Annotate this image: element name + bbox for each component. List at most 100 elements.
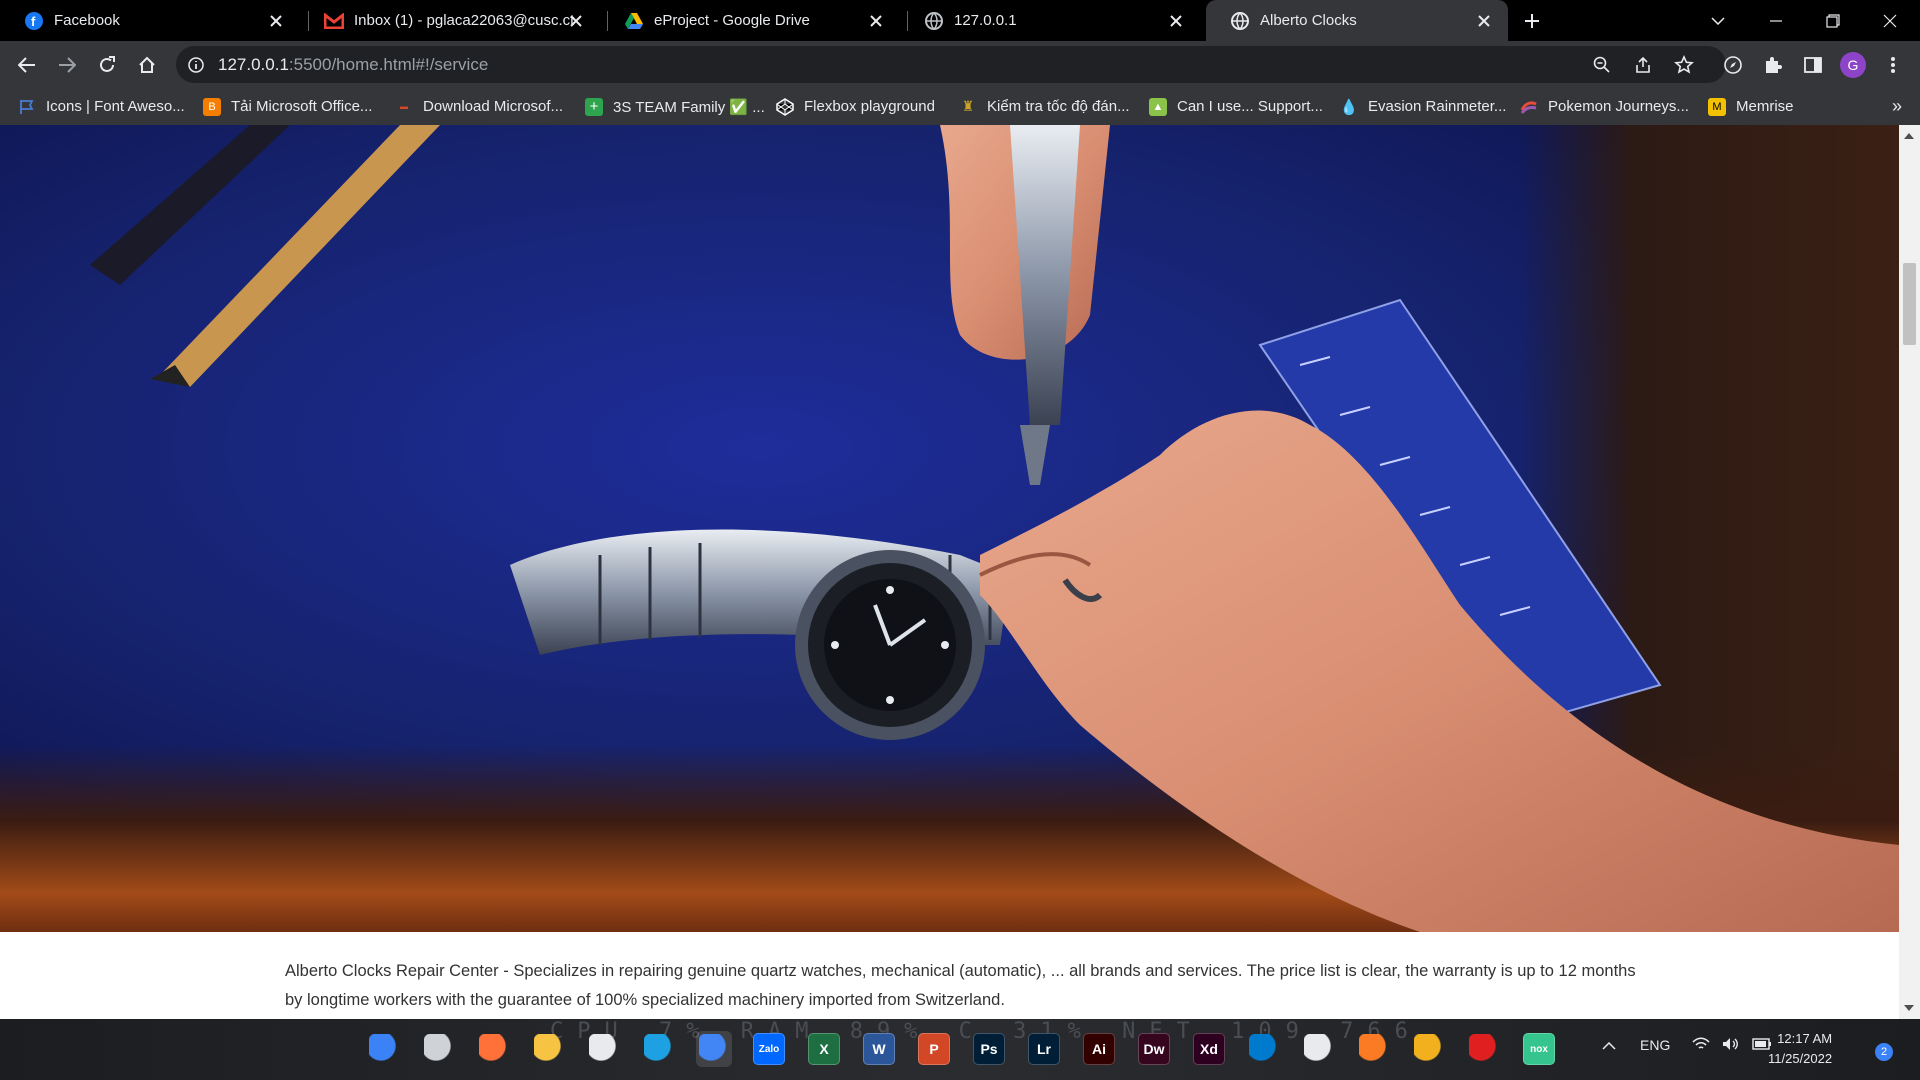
service-description: Alberto Clocks Repair Center - Specializ… bbox=[285, 962, 1636, 1009]
zalo-glyph: Zalo bbox=[753, 1033, 785, 1065]
speedtest-icon: ♜ bbox=[961, 98, 975, 114]
photoshop-glyph: Ps bbox=[973, 1033, 1005, 1065]
show-hidden-icons[interactable] bbox=[1602, 1037, 1616, 1053]
word-icon[interactable]: W bbox=[861, 1031, 897, 1067]
xd-glyph: Xd bbox=[1193, 1033, 1225, 1065]
tab-google-drive[interactable]: eProject - Google Drive bbox=[600, 0, 900, 41]
scroll-down-arrow[interactable] bbox=[1904, 1005, 1914, 1011]
tab-title: Alberto Clocks bbox=[1260, 12, 1357, 29]
close-icon[interactable] bbox=[866, 11, 886, 31]
more-bookmarks-icon[interactable]: » bbox=[1892, 96, 1902, 117]
memrise-icon: M bbox=[1708, 97, 1726, 116]
close-window-button[interactable] bbox=[1862, 0, 1918, 41]
drop-icon: 💧 bbox=[1339, 98, 1359, 116]
garena-icon[interactable] bbox=[1466, 1031, 1502, 1067]
language-indicator[interactable]: ENG bbox=[1640, 1037, 1670, 1053]
bookmark-label: Flexbox playground bbox=[804, 98, 935, 115]
extension-compass-icon[interactable] bbox=[1720, 52, 1746, 78]
system-clock[interactable]: 12:17 AM 11/25/2022 bbox=[1768, 1029, 1832, 1069]
xd-icon[interactable]: Xd bbox=[1191, 1031, 1227, 1067]
new-tab-button[interactable] bbox=[1519, 8, 1545, 34]
site-info-icon[interactable] bbox=[186, 55, 206, 75]
site-icon: ▬ bbox=[400, 102, 408, 111]
windows-start-icon[interactable] bbox=[366, 1031, 402, 1067]
close-icon[interactable] bbox=[1166, 11, 1186, 31]
wifi-icon[interactable] bbox=[1692, 1037, 1710, 1054]
bookmark-label: Memrise bbox=[1736, 98, 1794, 115]
garena-glyph bbox=[1469, 1034, 1499, 1064]
home-button[interactable] bbox=[133, 51, 161, 79]
firefox-icon[interactable] bbox=[476, 1031, 512, 1067]
side-panel-icon[interactable] bbox=[1800, 52, 1826, 78]
bookmark-caniuse[interactable]: ▲ Can I use... Support... bbox=[1149, 88, 1323, 125]
bookmark-star-icon[interactable] bbox=[1673, 54, 1695, 76]
dreamweaver-icon[interactable]: Dw bbox=[1136, 1031, 1172, 1067]
address-bar[interactable]: 127.0.0.1:5500/home.html#!/service bbox=[176, 46, 1726, 83]
bookmark-flexbox-playground[interactable]: Flexbox playground bbox=[776, 88, 935, 125]
file-explorer-glyph bbox=[534, 1034, 564, 1064]
page-viewport: Alberto Clocks Repair Center - Specializ… bbox=[0, 125, 1920, 1019]
forward-button[interactable] bbox=[53, 51, 81, 79]
minimize-button[interactable] bbox=[1748, 0, 1804, 41]
menu-kebab-icon[interactable] bbox=[1880, 52, 1906, 78]
close-icon[interactable] bbox=[266, 11, 286, 31]
zalo-icon[interactable]: Zalo bbox=[751, 1031, 787, 1067]
app-yellow-icon[interactable] bbox=[1411, 1031, 1447, 1067]
lightroom-icon[interactable]: Lr bbox=[1026, 1031, 1062, 1067]
url-text[interactable]: 127.0.0.1:5500/home.html#!/service bbox=[218, 55, 488, 75]
chrome-icon[interactable] bbox=[696, 1031, 732, 1067]
tab-facebook[interactable]: f Facebook bbox=[0, 0, 300, 41]
bookmark-microsoft-office[interactable]: B Tải Microsoft Office... bbox=[203, 88, 372, 125]
excel-icon[interactable]: X bbox=[806, 1031, 842, 1067]
bookmark-rainmeter[interactable]: 💧 Evasion Rainmeter... bbox=[1339, 88, 1507, 125]
close-icon[interactable] bbox=[566, 11, 586, 31]
google-drive-icon bbox=[624, 11, 644, 31]
microsoft-store-glyph bbox=[589, 1034, 619, 1064]
office-icon[interactable] bbox=[1301, 1031, 1337, 1067]
page-scrollbar[interactable] bbox=[1899, 125, 1920, 1019]
restore-button[interactable] bbox=[1805, 0, 1861, 41]
tab-alberto-clocks[interactable]: Alberto Clocks bbox=[1206, 0, 1508, 41]
volume-icon[interactable] bbox=[1722, 1037, 1740, 1054]
tab-title: Facebook bbox=[54, 12, 120, 29]
profile-avatar[interactable]: G bbox=[1840, 52, 1866, 78]
bookmark-font-awesome[interactable]: Icons | Font Aweso... bbox=[18, 88, 185, 125]
pokemon-icon bbox=[1520, 98, 1538, 116]
back-button[interactable] bbox=[13, 51, 41, 79]
bookmark-3s-team[interactable]: + 3S TEAM Family ✅ ... bbox=[585, 88, 765, 125]
word-glyph: W bbox=[863, 1033, 895, 1065]
powerpoint-icon[interactable]: P bbox=[916, 1031, 952, 1067]
bookmark-label: Pokemon Journeys... bbox=[1548, 98, 1689, 115]
bookmark-pokemon[interactable]: Pokemon Journeys... bbox=[1520, 88, 1689, 125]
illustrator-icon[interactable]: Ai bbox=[1081, 1031, 1117, 1067]
microsoft-store-icon[interactable] bbox=[586, 1031, 622, 1067]
tab-localhost[interactable]: 127.0.0.1 bbox=[900, 0, 1200, 41]
share-icon[interactable] bbox=[1632, 54, 1654, 76]
zoom-icon[interactable] bbox=[1591, 54, 1613, 76]
powerpoint-glyph: P bbox=[918, 1033, 950, 1065]
globe-icon bbox=[924, 11, 944, 31]
edge-glyph bbox=[644, 1034, 674, 1064]
close-icon[interactable] bbox=[1474, 11, 1494, 31]
notification-badge[interactable]: 2 bbox=[1875, 1043, 1893, 1061]
scrollbar-thumb[interactable] bbox=[1903, 263, 1916, 345]
blogger-icon: B bbox=[203, 97, 221, 116]
edge-icon[interactable] bbox=[641, 1031, 677, 1067]
task-view-icon[interactable] bbox=[421, 1031, 457, 1067]
extensions-puzzle-icon[interactable] bbox=[1760, 52, 1786, 78]
vscode-icon[interactable] bbox=[1246, 1031, 1282, 1067]
tab-search-button[interactable] bbox=[1690, 0, 1746, 41]
file-explorer-icon[interactable] bbox=[531, 1031, 567, 1067]
reload-button[interactable] bbox=[93, 51, 121, 79]
gmail-icon bbox=[324, 11, 344, 31]
tab-gmail[interactable]: Inbox (1) - pglaca22063@cusc.ctu bbox=[300, 0, 600, 41]
nox-icon[interactable]: nox bbox=[1521, 1031, 1557, 1067]
vscode-glyph bbox=[1249, 1034, 1279, 1064]
task-view-glyph bbox=[424, 1034, 454, 1064]
bookmark-download-microsoft[interactable]: ▬ Download Microsof... bbox=[395, 88, 563, 125]
bookmark-speedtest[interactable]: ♜ Kiểm tra tốc độ đán... bbox=[959, 88, 1130, 125]
bookmark-memrise[interactable]: M Memrise bbox=[1708, 88, 1794, 125]
scroll-up-arrow[interactable] bbox=[1904, 133, 1914, 139]
photoshop-icon[interactable]: Ps bbox=[971, 1031, 1007, 1067]
xampp-icon[interactable] bbox=[1356, 1031, 1392, 1067]
